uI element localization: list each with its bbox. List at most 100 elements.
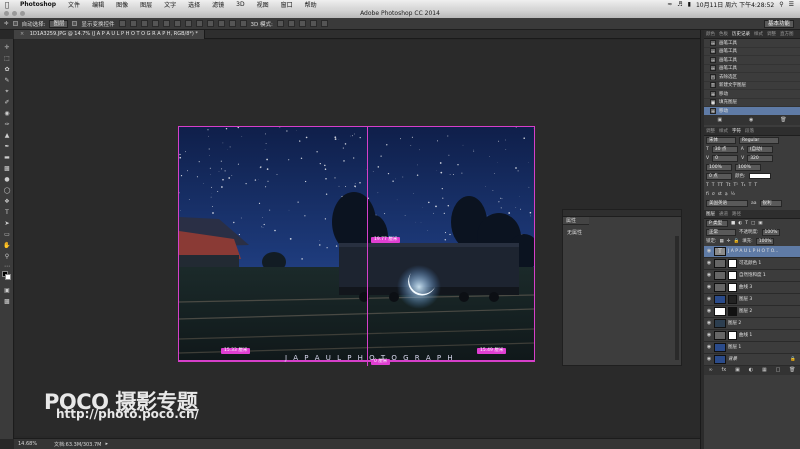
wifi-icon[interactable]: ≈ (667, 1, 672, 8)
pen-tool-icon[interactable]: ❖ (2, 198, 12, 205)
tab-paths[interactable]: 路径 (732, 211, 741, 217)
new-group-icon[interactable]: ▦ (762, 367, 767, 373)
eraser-tool-icon[interactable]: ▬ (2, 154, 12, 161)
layer-row[interactable]: ◉ 曲线 1 (704, 330, 800, 342)
more-tools-icon[interactable]: ⋯ (2, 263, 12, 270)
lock-pixels-icon[interactable]: ▦ (720, 239, 724, 244)
layer-row[interactable]: ◉ 图层 2 (704, 318, 800, 330)
align-hcenter-icon[interactable] (162, 20, 170, 27)
eye-icon[interactable]: ◉ (706, 356, 712, 362)
menubar-clock[interactable]: 10月11日 周六 下午4:28:52 (696, 0, 774, 9)
fraction-icon[interactable]: ½ (731, 192, 735, 197)
tab-adjustments[interactable]: 调整 (767, 31, 776, 37)
eye-icon[interactable]: ◉ (706, 284, 712, 290)
document-image[interactable] (178, 126, 535, 362)
menu-app-name[interactable]: Photoshop (14, 1, 62, 8)
filter-shape-icon[interactable]: □ (751, 221, 755, 226)
filter-type-icon[interactable]: T (745, 221, 748, 226)
menu-layer[interactable]: 图层 (134, 0, 158, 9)
zoom-tool-icon[interactable]: ⚲ (2, 253, 12, 260)
fx-icon[interactable]: fx (721, 367, 726, 373)
history-item[interactable]: ✑ 画笔工具 (704, 39, 800, 48)
subscript-icon[interactable]: T₁ (741, 183, 746, 188)
ordinal-icon[interactable]: ạ (725, 192, 728, 197)
eye-icon[interactable]: ◉ (706, 272, 712, 278)
dodge-tool-icon[interactable]: ◯ (2, 187, 12, 194)
roll-3d-icon[interactable] (287, 20, 295, 27)
apple-icon[interactable]:  (0, 1, 14, 9)
search-icon[interactable]: ⚲ (779, 1, 783, 8)
distribute-top-icon[interactable] (184, 20, 192, 27)
history-item[interactable]: ✑ 画笔工具 (704, 48, 800, 56)
show-transform-checkbox[interactable] (72, 21, 78, 26)
menu-window[interactable]: 窗口 (275, 0, 299, 9)
layer-row[interactable]: ◉ 背景 🔒 (704, 354, 800, 366)
history-item[interactable]: □ 去除选区 (704, 73, 800, 82)
align-bottom-icon[interactable] (140, 20, 148, 27)
camera-icon[interactable]: ◉ (749, 117, 753, 123)
properties-panel-header[interactable] (563, 210, 681, 217)
vertical-scale-field[interactable]: 100% (706, 163, 732, 171)
eyedropper-tool-icon[interactable]: ✐ (2, 99, 12, 106)
opacity-field[interactable]: 100% (761, 228, 780, 236)
eye-icon[interactable]: ◉ (706, 344, 712, 350)
superscript-icon[interactable]: T¹ (733, 183, 738, 188)
layer-row[interactable]: ◉ 图层 3 (704, 294, 800, 306)
close-tab-icon[interactable]: × (20, 31, 24, 37)
distribute-vcenter-icon[interactable] (195, 20, 203, 27)
eye-icon[interactable]: ◉ (706, 296, 712, 302)
properties-scrollbar[interactable] (675, 236, 679, 360)
add-mask-icon[interactable]: ▣ (735, 367, 740, 373)
menu-type[interactable]: 文字 (158, 0, 182, 9)
trash-icon[interactable]: 🗑 (780, 117, 786, 123)
eye-icon[interactable]: ◉ (706, 248, 712, 254)
stamp-tool-icon[interactable]: ▲ (2, 132, 12, 139)
menu-3d[interactable]: 3D (230, 1, 250, 8)
lock-position-icon[interactable]: ✛ (727, 239, 731, 244)
tab-channels[interactable]: 通道 (719, 211, 728, 217)
baseline-field[interactable]: 0 点 (706, 172, 732, 180)
canvas-text-layer[interactable]: J A P A U L P H O T O G R A P H (285, 354, 455, 362)
quick-mask-icon[interactable]: ▣ (2, 287, 12, 294)
all-caps-icon[interactable]: TT (718, 183, 723, 188)
tab-swatches[interactable]: 色板 (719, 31, 728, 37)
layer-row[interactable]: ◉ 可选颜色 1 (704, 258, 800, 270)
small-caps-icon[interactable]: Tt (726, 183, 731, 188)
layer-row[interactable]: ◉ 图层 2 (704, 306, 800, 318)
ligature-icon[interactable]: fi (706, 192, 709, 197)
layer-row[interactable]: ◉ 图层 1 (704, 342, 800, 354)
history-item[interactable]: ■ 填充图层 (704, 99, 800, 107)
lasso-tool-icon[interactable]: ✿ (2, 66, 12, 73)
oldstyle-icon[interactable]: σ (712, 192, 715, 197)
layer-row[interactable]: ◉ T J A P A U L P H O T O... (704, 245, 800, 258)
align-right-icon[interactable] (173, 20, 181, 27)
align-vcenter-icon[interactable] (129, 20, 137, 27)
volume-icon[interactable]: ♬ (677, 1, 682, 8)
document-tab[interactable]: × 1D1A3259.JPG @ 14.7% (J A P A U L P H … (14, 30, 205, 39)
brush-tool-icon[interactable]: ✑ (2, 121, 12, 128)
menu-select[interactable]: 选择 (182, 0, 206, 9)
link-layers-icon[interactable]: ∞ (708, 367, 712, 373)
faux-bold-icon[interactable]: T (706, 183, 709, 188)
faux-italic-icon[interactable]: T (712, 183, 715, 188)
workspace-dropdown[interactable]: 基本功能 (763, 20, 794, 28)
filter-smart-icon[interactable]: ▣ (758, 221, 762, 226)
distribute-left-icon[interactable] (217, 20, 225, 27)
screen-mode-icon[interactable]: ▩ (2, 298, 12, 305)
minimize-window-button[interactable] (12, 11, 17, 16)
swash-icon[interactable]: st (718, 192, 722, 197)
font-style-field[interactable]: Regular (739, 136, 779, 144)
tab-color[interactable]: 颜色 (706, 31, 715, 37)
new-layer-icon[interactable]: □ (776, 367, 781, 373)
tab-adjust[interactable]: 调整 (706, 128, 715, 134)
menu-view[interactable]: 视图 (251, 0, 275, 9)
tab-character[interactable]: 字符 (732, 128, 741, 134)
zoom-window-button[interactable] (20, 11, 25, 16)
scale-3d-icon[interactable] (320, 20, 328, 27)
new-adjustment-icon[interactable]: ◐ (749, 367, 753, 373)
quick-select-tool-icon[interactable]: ✎ (2, 77, 12, 84)
slide-3d-icon[interactable] (309, 20, 317, 27)
hand-tool-icon[interactable]: ✋ (2, 242, 12, 249)
fill-field[interactable]: 100% (755, 237, 774, 245)
rotate-3d-icon[interactable] (276, 20, 284, 27)
